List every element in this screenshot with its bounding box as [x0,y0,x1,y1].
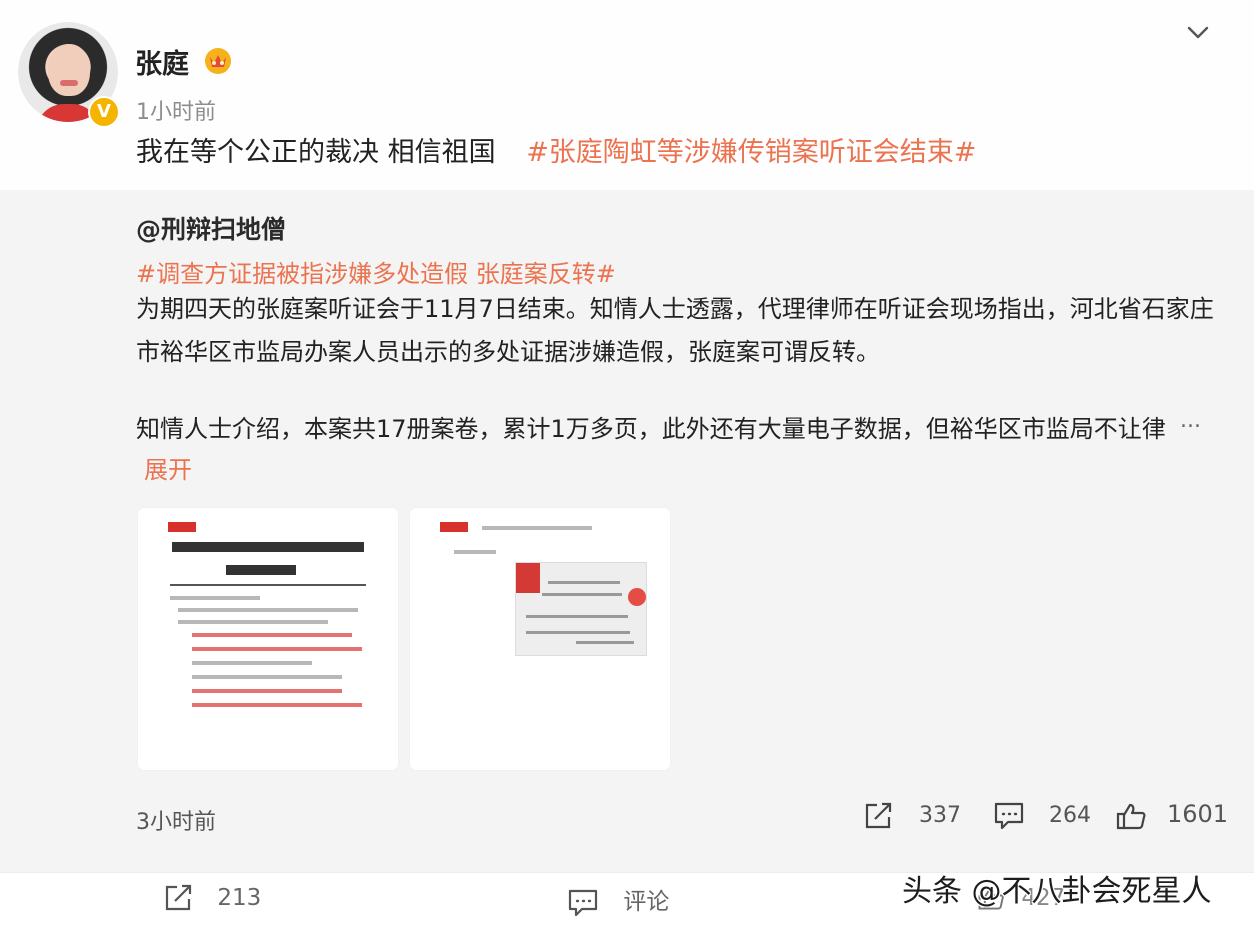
repost-hashtag[interactable]: #调查方证据被指涉嫌多处造假 张庭案反转# [136,254,616,289]
document-highlight-line [192,633,352,637]
certificate-image [515,562,647,656]
document-text-line [482,526,592,530]
comment-icon [568,889,598,916]
certificate-seal [628,588,646,606]
post-hashtag[interactable]: #张庭陶虹等涉嫌传销案听证会结束# [526,137,976,168]
document-divider [170,584,366,586]
document-title-line [226,565,296,575]
avatar-face [48,44,90,96]
repost-comment-button[interactable]: 264 [992,800,1091,832]
expand-link[interactable]: 展开 [144,450,192,485]
repost-comment-count: 264 [1049,803,1091,828]
share-count: 213 [217,884,262,911]
repost-like-button[interactable]: 1601 [1114,800,1228,832]
certificate-text-line [548,581,620,584]
watermark: 头条 @不八卦会死星人 [902,874,1212,909]
certificate-text-line [526,631,630,634]
share-icon [165,884,192,911]
repost-share-count: 337 [919,803,961,828]
username[interactable]: 张庭 [135,42,189,81]
document-text-line [178,608,358,612]
comment-button[interactable]: 评论 [566,882,669,919]
document-text-line [192,675,342,679]
certificate-text-line [542,593,622,596]
avatar-lips [60,80,78,86]
document-text-line [178,620,328,624]
image-thumbnail-2[interactable] [410,508,670,770]
crown-icon [205,48,231,74]
document-text-line [192,661,312,665]
share-button[interactable]: 213 [162,882,261,914]
document-highlight-line [192,703,362,707]
image-thumbnail-1[interactable] [138,508,398,770]
verified-icon: V [88,96,120,128]
document-logo [440,522,468,532]
ellipsis: ... [1180,408,1201,433]
comment-label: 评论 [623,889,670,915]
document-text-line [170,596,260,600]
repost-author[interactable]: @刑辩扫地僧 [136,210,286,246]
certificate-text-line [526,615,628,618]
like-icon [1116,803,1146,830]
certificate-red-band [516,563,540,593]
share-icon [865,802,892,829]
post-content: 我在等个公正的裁决 相信祖国 [136,137,496,168]
post-time: 1小时前 [136,100,216,125]
repost-paragraph-2: 知情人士介绍，本案共17册案卷，累计1万多页，此外还有大量电子数据，但裕华区市监… [136,415,1166,443]
document-highlight-line [192,647,362,651]
chevron-down-icon[interactable] [1184,20,1212,44]
repost-time: 3小时前 [136,810,216,835]
post-text: 我在等个公正的裁决 相信祖国 #张庭陶虹等涉嫌传销案听证会结束# [136,130,976,169]
repost-paragraph-1: 为期四天的张庭案听证会于11月7日结束。知情人士透露，代理律师在听证会现场指出，… [136,295,1214,366]
comment-icon [994,802,1024,830]
repost-share-button[interactable]: 337 [862,800,961,832]
document-highlight-line [192,689,342,693]
document-logo [168,522,196,532]
document-text-line [454,550,496,554]
repost-like-count: 1601 [1167,800,1229,828]
document-title-line [172,542,364,552]
certificate-text-line [576,641,634,644]
